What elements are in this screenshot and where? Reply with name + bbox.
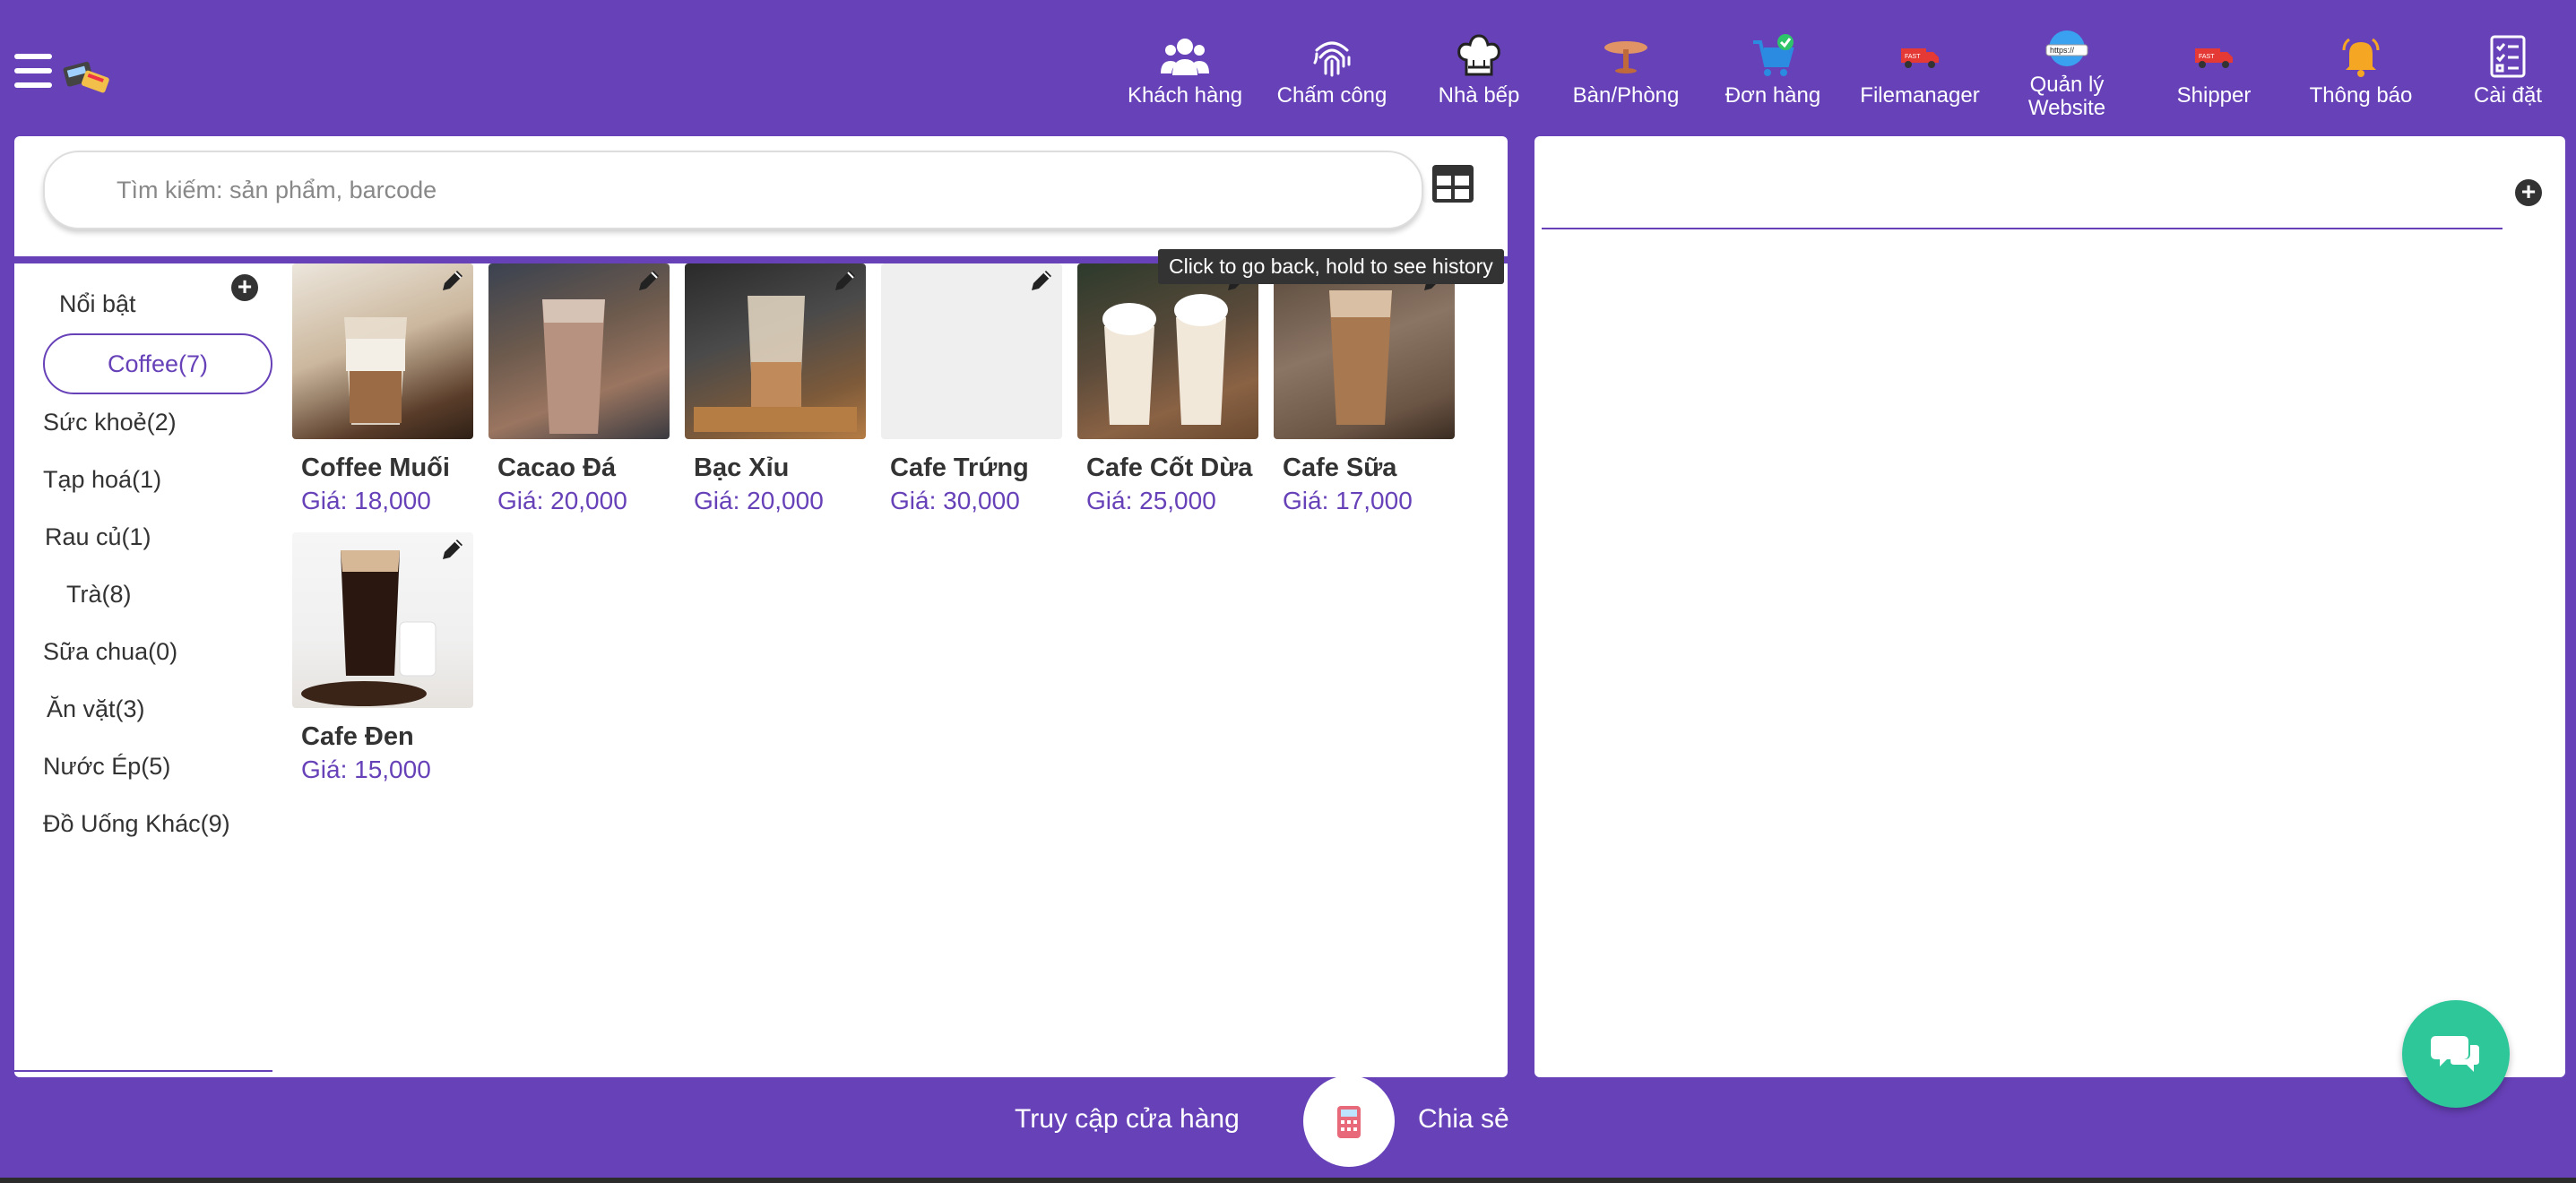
- product-name: Cafe Đen: [301, 722, 414, 751]
- nav-label: Chấm công: [1276, 83, 1387, 108]
- nav-website[interactable]: https:// Quản lý Website: [1993, 29, 2140, 122]
- product-image: [292, 263, 473, 439]
- product-image: [1274, 263, 1455, 439]
- product-card[interactable]: Cafe Sữa Giá: 17,000: [1274, 263, 1462, 515]
- product-image: [881, 263, 1062, 439]
- chat-icon: [2431, 1036, 2479, 1072]
- product-name: Cafe Sữa: [1283, 453, 1397, 482]
- edit-icon[interactable]: [439, 536, 466, 563]
- pos-terminal-button[interactable]: [1303, 1075, 1395, 1167]
- product-price: Giá: 25,000: [1086, 487, 1216, 514]
- nav-customers[interactable]: Khách hàng: [1111, 32, 1258, 122]
- nav-label: Đơn hàng: [1725, 83, 1821, 108]
- product-price: Giá: 20,000: [497, 487, 627, 514]
- category-item[interactable]: Tạp hoá(1): [43, 466, 161, 494]
- add-category-icon[interactable]: +: [231, 274, 258, 301]
- edit-icon[interactable]: [1028, 267, 1055, 294]
- pos-terminal-icon: [1337, 1106, 1361, 1138]
- nav-label: Filemanager: [1860, 83, 1980, 108]
- chat-button[interactable]: [2402, 1000, 2510, 1108]
- order-tab-underline: [1542, 228, 2503, 229]
- nav-label: Khách hàng: [1127, 83, 1243, 108]
- product-image: [488, 263, 670, 439]
- nav-kitchen[interactable]: Nhà bếp: [1405, 32, 1552, 122]
- checklist-icon: [2484, 32, 2532, 81]
- chef-hat-icon: [1455, 32, 1503, 81]
- category-item-active[interactable]: Coffee(7): [43, 333, 272, 394]
- nav-label: Quản lý Website: [2027, 73, 2106, 120]
- edit-icon[interactable]: [635, 267, 662, 294]
- globe-icon: https://: [2043, 29, 2091, 70]
- pos-logo-icon[interactable]: [59, 47, 113, 100]
- product-card[interactable]: Cafe Đen Giá: 15,000: [292, 532, 480, 784]
- order-panel: +: [1534, 136, 2565, 1077]
- category-item[interactable]: Rau củ(1): [45, 523, 151, 551]
- category-item[interactable]: Đồ Uống Khác(9): [43, 810, 230, 838]
- product-image: [1077, 263, 1258, 439]
- product-image: [292, 532, 473, 708]
- delivery-truck-icon: FAST: [2190, 32, 2238, 81]
- svg-text:FAST: FAST: [2199, 54, 2215, 60]
- nav-label: Cài đặt: [2473, 83, 2543, 108]
- nav-label: Shipper: [2176, 83, 2252, 108]
- edit-icon[interactable]: [439, 267, 466, 294]
- store-access-link[interactable]: Truy cập cửa hàng: [1015, 1104, 1240, 1135]
- product-card[interactable]: Cafe Cốt Dừa Giá: 25,000: [1077, 263, 1266, 515]
- category-item[interactable]: Trà(8): [66, 581, 132, 609]
- product-price: Giá: 30,000: [890, 487, 1020, 514]
- nav-label: Nhà bếp: [1438, 83, 1520, 108]
- add-order-icon[interactable]: +: [2515, 179, 2542, 206]
- truck-icon: FAST: [1896, 32, 1944, 81]
- nav-orders[interactable]: Đơn hàng: [1699, 32, 1846, 122]
- menu-icon[interactable]: [14, 54, 52, 88]
- product-name: Cafe Cốt Dừa: [1086, 453, 1253, 482]
- category-item[interactable]: Sữa chua(0): [43, 638, 177, 666]
- table-icon: [1602, 32, 1650, 81]
- nav-label: Bàn/Phòng: [1572, 83, 1680, 108]
- nav-label: Thông báo: [2309, 83, 2413, 108]
- product-card[interactable]: Cacao Đá Giá: 20,000: [488, 263, 677, 515]
- back-tooltip: Click to go back, hold to see history: [1158, 249, 1504, 284]
- product-price: Giá: 20,000: [694, 487, 824, 514]
- bell-icon: [2337, 32, 2385, 81]
- top-nav: Khách hàng Chấm công Nhà bếp Bàn/Phòng Đ…: [1111, 29, 2576, 122]
- product-card[interactable]: Coffee Muối Giá: 18,000: [292, 263, 480, 515]
- category-item[interactable]: Ăn vặt(3): [47, 695, 145, 723]
- category-list: + Nổi bật Coffee(7) Sức khoẻ(2) Tạp hoá(…: [14, 263, 274, 1070]
- nav-filemanager[interactable]: FAST Filemanager: [1846, 32, 1993, 122]
- users-icon: [1161, 32, 1209, 81]
- category-item[interactable]: Sức khoẻ(2): [43, 409, 177, 436]
- category-item[interactable]: Nổi bật: [59, 290, 136, 318]
- product-image: [685, 263, 866, 439]
- nav-settings[interactable]: Cài đặt: [2434, 32, 2576, 122]
- nav-timekeeping[interactable]: Chấm công: [1258, 32, 1405, 122]
- product-name: Coffee Muối: [301, 453, 450, 482]
- nav-shipper[interactable]: FAST Shipper: [2140, 32, 2287, 122]
- category-item[interactable]: Nước Ép(5): [43, 753, 170, 781]
- category-underline: [14, 1070, 272, 1072]
- svg-text:FAST: FAST: [1905, 54, 1921, 60]
- product-card[interactable]: Cafe Trứng Giá: 30,000: [881, 263, 1069, 515]
- nav-notifications[interactable]: Thông báo: [2287, 32, 2434, 122]
- product-name: Cafe Trứng: [890, 453, 1029, 482]
- product-price: Giá: 18,000: [301, 487, 431, 514]
- product-price: Giá: 17,000: [1283, 487, 1413, 514]
- grid-view-icon[interactable]: [1431, 163, 1475, 204]
- svg-text:https://: https://: [2050, 46, 2075, 55]
- share-link[interactable]: Chia sẻ: [1418, 1104, 1509, 1135]
- nav-tables[interactable]: Bàn/Phòng: [1552, 32, 1699, 122]
- bottom-edge: [0, 1178, 2576, 1183]
- product-name: Cacao Đá: [497, 453, 617, 482]
- search-input[interactable]: [43, 151, 1423, 229]
- product-card[interactable]: Bạc Xỉu Giá: 20,000: [685, 263, 873, 515]
- product-price: Giá: 15,000: [301, 756, 431, 783]
- edit-icon[interactable]: [832, 267, 859, 294]
- fingerprint-icon: [1308, 32, 1356, 81]
- product-name: Bạc Xỉu: [694, 453, 790, 482]
- cart-icon: [1749, 32, 1797, 81]
